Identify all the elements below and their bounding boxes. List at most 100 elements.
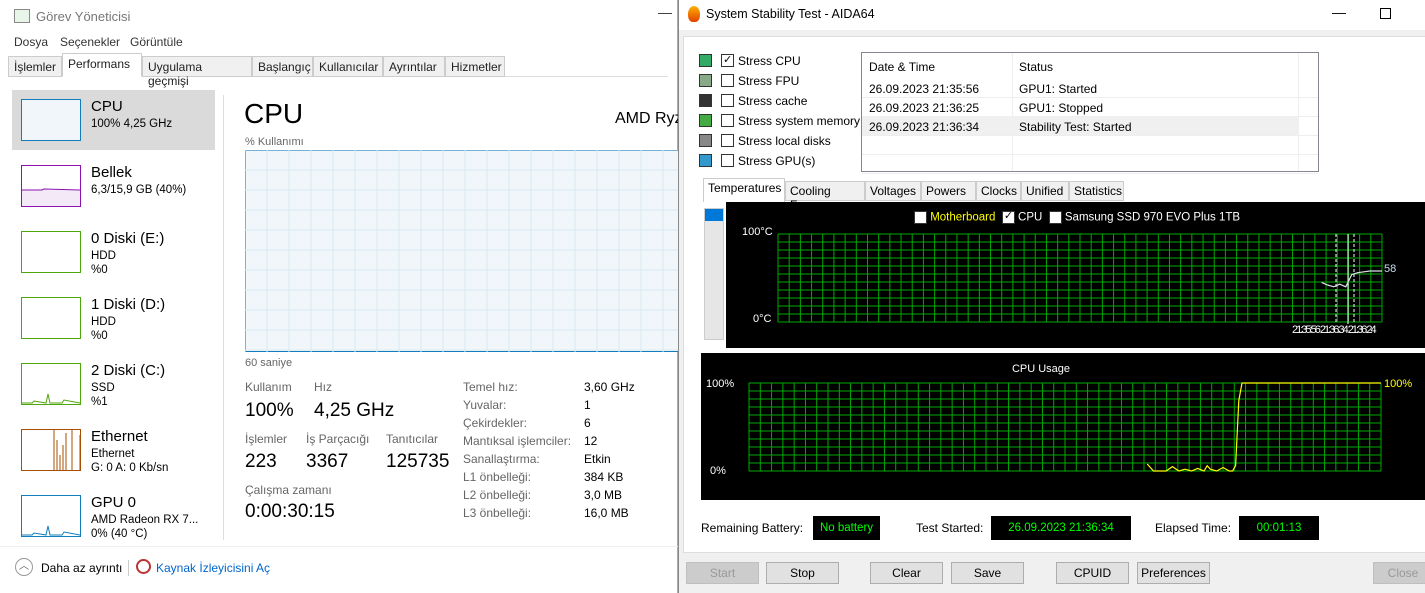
- usage-plot: [748, 382, 1382, 472]
- sidebar-item-detail: %0: [91, 330, 108, 342]
- flame-icon: [688, 6, 700, 22]
- spec-label: Yuvalar:: [463, 398, 507, 412]
- battery-value: No battery: [813, 516, 880, 540]
- sidebar-item-gpu-0[interactable]: GPU 0 AMD Radeon RX 7... 0% (40 °C): [12, 486, 215, 546]
- hardware-icon: [699, 54, 712, 67]
- sidebar-item-name: CPU: [91, 98, 123, 115]
- close-button[interactable]: Close: [1373, 562, 1425, 584]
- tab-startup[interactable]: Başlangıç: [252, 56, 313, 77]
- sidebar-item-detail: G: 0 A: 0 Kb/sn: [91, 462, 169, 474]
- stop-button[interactable]: Stop: [766, 562, 839, 584]
- clear-button[interactable]: Clear: [870, 562, 943, 584]
- task-manager-icon: [14, 9, 30, 23]
- sidebar-item-ethernet[interactable]: Ethernet Ethernet G: 0 A: 0 Kb/sn: [12, 420, 215, 480]
- less-details-button[interactable]: Daha az ayrıntı: [41, 561, 122, 575]
- temp-time-labels: 21:35:56 21:36:34 21:36:24: [1292, 324, 1377, 336]
- stress-checkbox[interactable]: [721, 114, 734, 127]
- stress-label: Stress GPU(s): [738, 154, 816, 168]
- spec-label: Temel hız:: [463, 380, 518, 394]
- sidebar-item-1-diski-d[interactable]: 1 Diski (D:) HDD %0: [12, 288, 215, 348]
- stress-checkbox[interactable]: [721, 154, 734, 167]
- cpu-usage-line: [1146, 382, 1381, 472]
- col-header-datetime[interactable]: Date & Time: [869, 60, 935, 74]
- sidebar-item-name: Bellek: [91, 164, 132, 181]
- threads-value: 3367: [306, 451, 349, 472]
- stress-label: Stress CPU: [738, 54, 801, 68]
- tab-temperatures[interactable]: Temperatures: [703, 178, 785, 202]
- log-datetime: 26.09.2023 21:36:25: [869, 101, 980, 115]
- sidebar-item-0-diski-e[interactable]: 0 Diski (E:) HDD %0: [12, 222, 215, 282]
- sidebar-item-bellek[interactable]: Bellek 6,3/15,9 GB (40%): [12, 156, 215, 216]
- spec-label: Çekirdekler:: [463, 416, 528, 430]
- minimize-button[interactable]: —: [1332, 4, 1346, 20]
- spec-label: L3 önbelleği:: [463, 506, 532, 520]
- sidebar-item-detail: Ethernet: [91, 448, 135, 460]
- maximize-button[interactable]: [1380, 8, 1391, 19]
- tab-voltages[interactable]: Voltages: [865, 181, 921, 201]
- handles-value: 125735: [386, 451, 450, 472]
- log-row[interactable]: 26.09.2023 21:36:25 GPU1: Stopped: [862, 98, 1299, 117]
- spec-label: Sanallaştırma:: [463, 452, 540, 466]
- tab-powers[interactable]: Powers: [921, 181, 976, 201]
- test-started-value: 26.09.2023 21:36:34: [991, 516, 1131, 540]
- thumbnail-graph: [21, 297, 81, 339]
- hardware-icon: [699, 114, 712, 127]
- temp-last-value: 58: [1384, 263, 1397, 275]
- sidebar-item-cpu[interactable]: CPU 100% 4,25 GHz: [12, 90, 215, 150]
- menu-file[interactable]: Dosya: [14, 35, 48, 49]
- hardware-icon: [699, 134, 712, 147]
- usage-value: 100%: [245, 400, 294, 421]
- spec-label: Mantıksal işlemciler:: [463, 434, 572, 448]
- usage-label: Kullanım: [245, 380, 292, 394]
- sidebar-item-detail: HDD: [91, 316, 116, 328]
- chart-list-scrollbar[interactable]: [704, 208, 724, 340]
- cpu-usage-graph: [245, 150, 678, 352]
- handles-label: Tanıtıcılar: [386, 432, 439, 446]
- divider: [223, 95, 224, 540]
- thumbnail-graph: [21, 165, 81, 207]
- log-row[interactable]: 26.09.2023 21:36:34 Stability Test: Start…: [862, 117, 1299, 136]
- chevron-up-icon[interactable]: ︿: [15, 558, 33, 576]
- save-button[interactable]: Save: [951, 562, 1024, 584]
- stress-checkbox[interactable]: [721, 94, 734, 107]
- preferences-button[interactable]: Preferences: [1137, 562, 1210, 584]
- col-header-status[interactable]: Status: [1019, 60, 1053, 74]
- footer-divider: [0, 546, 678, 547]
- menu-options[interactable]: Seçenekler: [60, 35, 120, 49]
- stress-checkbox[interactable]: ✓: [721, 54, 734, 67]
- cpuid-button[interactable]: CPUID: [1056, 562, 1129, 584]
- log-row[interactable]: 26.09.2023 21:35:56 GPU1: Started: [862, 79, 1299, 98]
- hardware-icon: [699, 154, 712, 167]
- task-manager-window: Görev Yöneticisi — Dosya Seçenekler Görü…: [0, 0, 683, 593]
- spec-value: 16,0 MB: [584, 506, 629, 520]
- tab-details[interactable]: Ayrıntılar: [383, 56, 445, 77]
- tab-clocks[interactable]: Clocks: [976, 181, 1021, 201]
- tab-processes[interactable]: İşlemler: [8, 56, 62, 77]
- tab-unified[interactable]: Unified: [1021, 181, 1069, 201]
- tab-performance[interactable]: Performans: [62, 53, 142, 77]
- sidebar-item-2-diski-c[interactable]: 2 Diski (C:) SSD %1: [12, 354, 215, 414]
- tab-users[interactable]: Kullanıcılar: [313, 56, 383, 77]
- stress-checkbox[interactable]: [721, 74, 734, 87]
- sidebar-item-name: GPU 0: [91, 494, 137, 511]
- thumbnail-graph: [21, 495, 81, 537]
- processes-label: İşlemler: [245, 432, 288, 446]
- sidebar-item-name: 2 Diski (C:): [91, 362, 166, 379]
- log-datetime: 26.09.2023 21:36:34: [869, 120, 980, 134]
- tab-services[interactable]: Hizmetler: [445, 56, 505, 77]
- start-button[interactable]: Start: [686, 562, 759, 584]
- menu-view[interactable]: Görüntüle: [130, 35, 183, 49]
- resource-monitor-link[interactable]: Kaynak İzleyicisini Aç: [156, 561, 270, 575]
- sidebar-item-detail: %0: [91, 264, 108, 276]
- minimize-button[interactable]: —: [658, 4, 672, 20]
- stress-checkbox[interactable]: [721, 134, 734, 147]
- thumbnail-graph: [21, 231, 81, 273]
- tab-app-history[interactable]: Uygulama geçmişi: [142, 56, 252, 88]
- hardware-icon: [699, 74, 712, 87]
- tab-statistics[interactable]: Statistics: [1069, 181, 1124, 201]
- sidebar-item-detail: 100% 4,25 GHz: [91, 118, 173, 130]
- window-title: System Stability Test - AIDA64: [706, 7, 875, 21]
- tab-cooling-fans[interactable]: Cooling Fans: [785, 181, 865, 212]
- thumbnail-graph: [21, 429, 81, 471]
- sidebar-item-name: Ethernet: [91, 428, 148, 445]
